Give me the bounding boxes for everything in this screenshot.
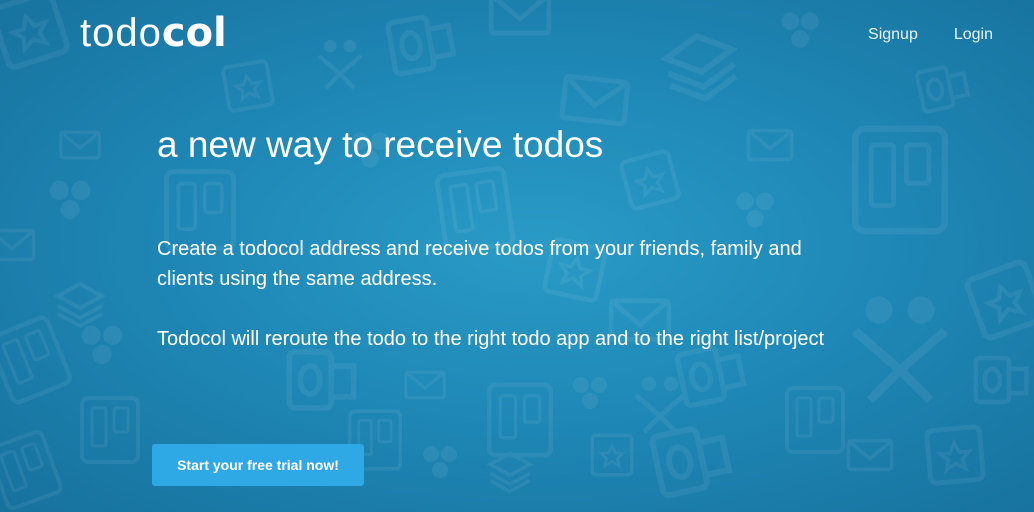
login-link[interactable]: Login: [954, 26, 993, 44]
todocol-logo[interactable]: todocol: [80, 8, 227, 58]
logo-text-light: todo: [80, 11, 162, 55]
logo-text-bold: col: [161, 10, 227, 56]
start-free-trial-button[interactable]: Start your free trial now!: [152, 444, 364, 486]
hero-headline: a new way to receive todos: [157, 124, 604, 165]
hero-paragraph-reroute: Todocol will reroute the todo to the rig…: [157, 328, 825, 350]
hero-paragraph-address: Create a todocol address and receive tod…: [157, 238, 802, 290]
top-nav: Signup Login: [868, 26, 993, 44]
signup-link[interactable]: Signup: [868, 26, 918, 44]
